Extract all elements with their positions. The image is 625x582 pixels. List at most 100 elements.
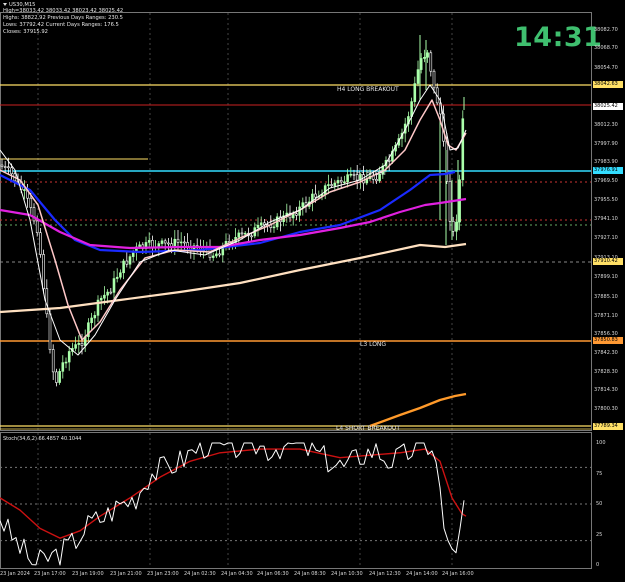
price-tag-h3-short: 37976.91 [593, 167, 623, 174]
candle [413, 83, 417, 102]
ma-cream-line [0, 242, 467, 314]
level-label-h4-long: H4 LONG BREAKOUT [337, 86, 399, 93]
candle [7, 166, 10, 169]
time-tick-label: 24 Jan 16:00 [442, 571, 474, 577]
candle [461, 118, 465, 181]
candle [455, 221, 458, 232]
candle [29, 197, 33, 208]
candle [387, 160, 391, 162]
candle [160, 240, 164, 244]
stoch-tick-label: 100 [596, 440, 606, 446]
candle [115, 276, 119, 279]
candle [237, 232, 241, 238]
candle [179, 241, 183, 244]
candle [61, 362, 65, 372]
price-tick-label: 37814.30 [594, 387, 618, 393]
time-tick-label: 24 Jan 08:30 [294, 571, 326, 577]
candle [314, 193, 317, 198]
candle [0, 164, 4, 167]
chart-window[interactable]: US30,M15 High=38033.42 38033.42 38023.42… [0, 0, 625, 582]
candle [336, 180, 340, 184]
time-tick-label: 23 Jan 19:00 [72, 571, 104, 577]
candle [42, 254, 45, 290]
candle [167, 242, 170, 245]
candle [80, 343, 84, 346]
candle [48, 313, 52, 350]
time-tick-label: 24 Jan 02:30 [184, 571, 216, 577]
price-tick-label: 37842.30 [594, 350, 618, 356]
candle [423, 57, 426, 59]
price-chart[interactable] [0, 0, 625, 582]
candle [93, 315, 97, 319]
candle [58, 371, 61, 383]
candle [349, 173, 353, 176]
candle [416, 69, 420, 84]
candle [327, 184, 330, 186]
candle [64, 361, 68, 364]
candle [295, 213, 298, 216]
candle [333, 182, 337, 186]
price-tick-label: 38068.70 [594, 45, 618, 51]
candle [215, 253, 218, 257]
price-tag-h4-long: 38042.63 [593, 81, 623, 88]
price-tick-label: 37927.10 [594, 235, 618, 241]
candle [112, 278, 116, 293]
chevron-down-icon [3, 3, 7, 6]
candle [55, 371, 58, 383]
ohlc-line: High=38033.42 38033.42 38023.42 38025.42 [3, 8, 124, 14]
time-tick-label: 23 Jan 2024 [0, 571, 30, 577]
candle [67, 351, 71, 363]
candle [45, 288, 49, 315]
time-tick-label: 24 Jan 14:00 [406, 571, 438, 577]
candle [163, 240, 167, 244]
candle [125, 260, 129, 265]
price-tag-l4: 37789.34 [593, 423, 623, 430]
candle [426, 52, 429, 58]
stoch-tick-label: 75 [596, 470, 603, 477]
candle [74, 344, 77, 349]
stoch-tick-label: 50 [596, 501, 603, 507]
server-clock: 14:31 [514, 22, 603, 53]
candle [106, 291, 109, 296]
candle [109, 291, 113, 294]
candle [330, 184, 333, 186]
time-tick-label: 24 Jan 12:30 [369, 571, 401, 577]
level-label-l3-long: L3 LONG [360, 341, 387, 348]
candle [272, 226, 276, 229]
candle [128, 256, 132, 265]
candle [131, 251, 135, 257]
candle [99, 297, 103, 301]
candle [23, 189, 26, 191]
price-tick-label: 37969.50 [594, 178, 618, 184]
candle [256, 224, 260, 228]
price-tag-yellow2: 37910.42 [593, 258, 623, 265]
candle [3, 166, 7, 168]
candle [183, 241, 186, 244]
main-pane-border [0, 12, 592, 431]
price-tick-label: 37997.90 [594, 141, 618, 147]
candle [211, 255, 215, 258]
candle [432, 70, 436, 89]
stoch-indicator-label: Stoch(34,6,2) 66.4857 40.1044 [3, 436, 82, 442]
price-tick-label: 37800.30 [594, 406, 618, 412]
candle [343, 181, 346, 184]
candle [250, 235, 253, 238]
candle [429, 52, 433, 72]
time-tick-label: 23 Jan 21:00 [110, 571, 142, 577]
time-tick-label: 23 Jan 23:00 [147, 571, 179, 577]
stoch-tick-label: 0 [596, 562, 600, 568]
candle [103, 294, 106, 299]
candle [151, 240, 154, 248]
candle [39, 232, 42, 255]
candle [301, 202, 305, 208]
stoch-signal-line [0, 448, 467, 539]
candle [10, 167, 13, 175]
price-tick-label: 37941.10 [594, 216, 618, 222]
candle [375, 179, 378, 182]
price-tick-label: 37955.50 [594, 197, 618, 203]
candle [339, 180, 343, 183]
price-tick-label: 37885.10 [594, 294, 618, 300]
time-tick-label: 23 Jan 17:00 [34, 571, 66, 577]
candle [218, 253, 221, 256]
candle [240, 232, 244, 235]
